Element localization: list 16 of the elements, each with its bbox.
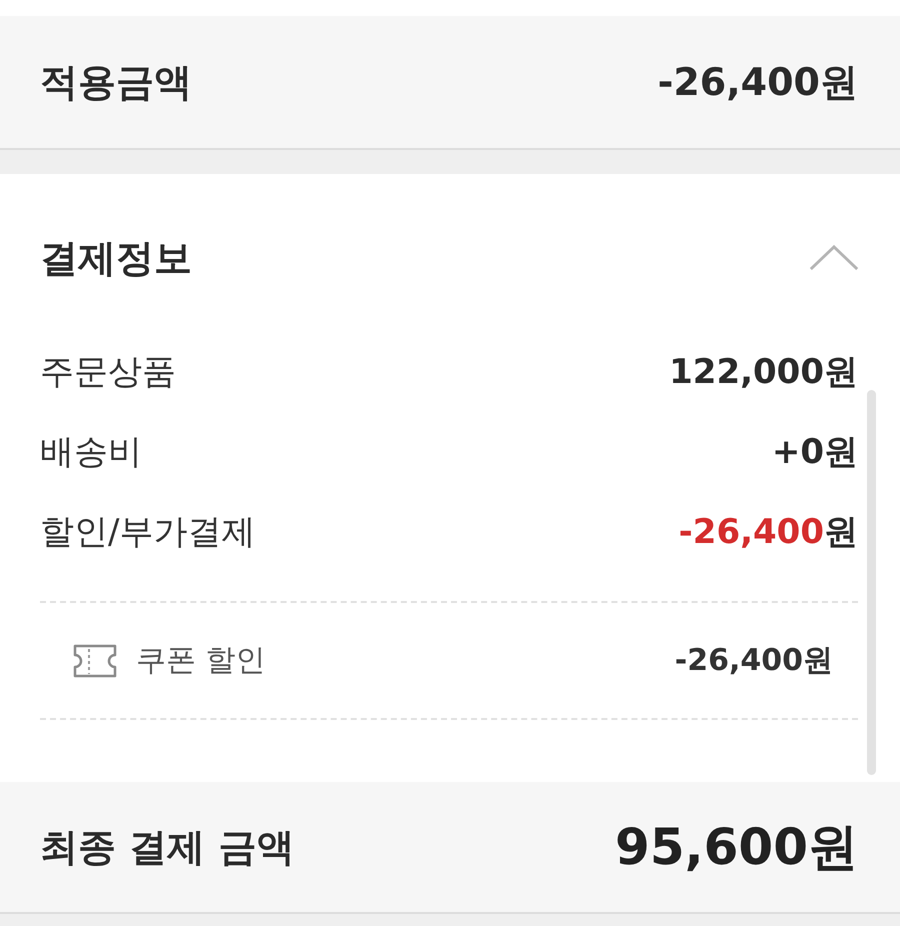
applied-amount-label: 적용금액 (40, 58, 192, 106)
row-value: -26,400원 (678, 510, 858, 554)
ticket-icon (72, 644, 118, 678)
row-label: 배송비 (40, 430, 142, 474)
row-value: 122,000원 (669, 350, 858, 394)
total-value: 95,600원 (615, 816, 858, 878)
row-value: +0원 (772, 430, 858, 474)
row-label: 주문상품 (40, 350, 176, 394)
applied-amount-value: -26,400원 (658, 58, 858, 106)
chevron-up-icon[interactable] (808, 244, 860, 272)
detail-value: -26,400원 (674, 642, 833, 680)
total-label: 최종 결제 금액 (40, 824, 294, 870)
section-title: 결제정보 (40, 234, 192, 282)
row-label: 할인/부가결제 (40, 510, 256, 554)
detail-label: 쿠폰 할인 (136, 642, 266, 680)
scrollbar-thumb[interactable] (867, 390, 876, 775)
